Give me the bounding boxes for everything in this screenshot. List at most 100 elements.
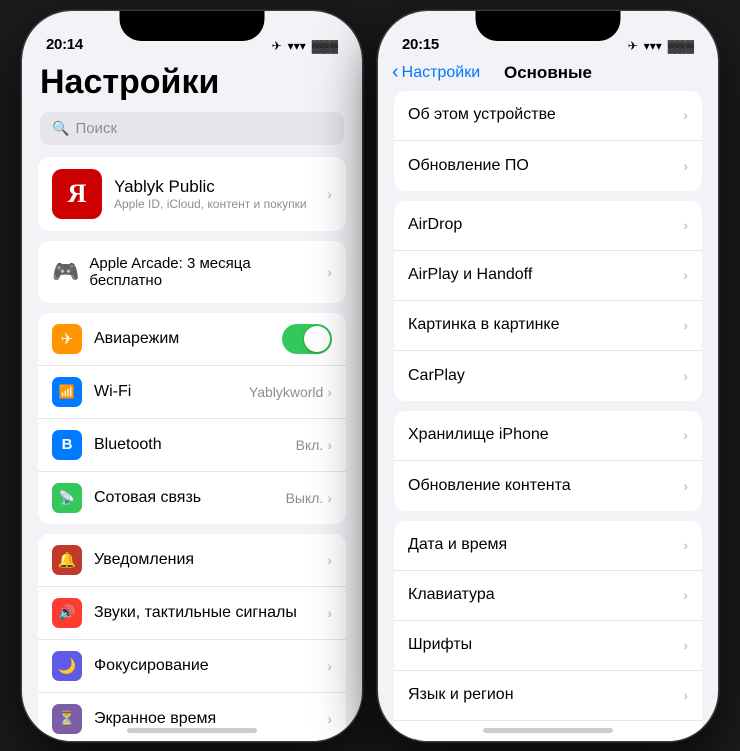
search-bar[interactable]: 🔍 Поиск xyxy=(40,112,344,145)
battery-icon-2: ▓▓▓ xyxy=(668,39,694,53)
chevron-update: › xyxy=(683,158,688,174)
row-title-cellular: Сотовая связь xyxy=(94,489,286,507)
nav-title: Основные xyxy=(504,63,592,83)
row-title-wifi: Wi-Fi xyxy=(94,383,249,401)
chevron-dictionary: › xyxy=(683,738,688,741)
row-title-sounds: Звуки, тактильные сигналы xyxy=(94,604,327,622)
general-group-locale: Дата и время › Клавиатура › Шрифты xyxy=(394,521,702,741)
row-title-dictionary: Словарь xyxy=(408,737,683,741)
airplane-icon: ✈ xyxy=(272,39,282,53)
settings-content: Я Yablyk Public Apple ID, iCloud, контен… xyxy=(22,157,362,741)
row-cellular[interactable]: 📡 Сотовая связь Выкл. › xyxy=(38,472,346,524)
row-bg-refresh[interactable]: Обновление контента › xyxy=(394,461,702,511)
row-pip[interactable]: Картинка в картинке › xyxy=(394,301,702,351)
cellular-value: Выкл. xyxy=(286,490,324,506)
row-bluetooth[interactable]: B Bluetooth Вкл. › xyxy=(38,419,346,472)
row-update[interactable]: Обновление ПО › xyxy=(394,141,702,191)
airplane-icon-2: ✈ xyxy=(628,39,638,53)
chevron-sounds: › xyxy=(327,605,332,621)
bluetooth-value: Вкл. xyxy=(296,437,324,453)
row-focus[interactable]: 🌙 Фокусирование › xyxy=(38,640,346,693)
row-language[interactable]: Язык и регион › xyxy=(394,671,702,721)
notch-1 xyxy=(120,11,265,41)
chevron-apple-id: › xyxy=(327,186,332,202)
row-title-notifications: Уведомления xyxy=(94,551,327,569)
icon-airplane: ✈ xyxy=(52,324,82,354)
chevron-focus: › xyxy=(327,658,332,674)
icon-screentime: ⏳ xyxy=(52,704,82,734)
home-indicator-2 xyxy=(483,728,613,733)
search-placeholder: Поиск xyxy=(75,120,117,137)
chevron-fonts: › xyxy=(683,637,688,653)
row-title-bluetooth: Bluetooth xyxy=(94,436,296,454)
chevron-bluetooth: › xyxy=(327,437,332,453)
status-icons-1: ✈ ▾▾▾ ▓▓▓ xyxy=(272,39,338,53)
toggle-airplane[interactable] xyxy=(282,324,332,354)
arcade-text: Apple Arcade: 3 месяца бесплатно xyxy=(89,255,327,289)
icon-sounds: 🔊 xyxy=(52,598,82,628)
chevron-airplay: › xyxy=(683,267,688,283)
phone-1: 20:14 ✈ ▾▾▾ ▓▓▓ Настройки 🔍 Поиск xyxy=(22,11,362,741)
chevron-keyboard: › xyxy=(683,587,688,603)
row-carplay[interactable]: CarPlay › xyxy=(394,351,702,401)
icon-cellular: 📡 xyxy=(52,483,82,513)
general-group-device: Об этом устройстве › Обновление ПО › xyxy=(394,91,702,191)
row-title-language: Язык и регион xyxy=(408,686,683,704)
general-content: Об этом устройстве › Обновление ПО › xyxy=(378,91,718,741)
notch-2 xyxy=(476,11,621,41)
nav-back-button[interactable]: ‹ Настройки xyxy=(392,61,480,84)
general-group-connectivity: AirDrop › AirPlay и Handoff › Картинка в… xyxy=(394,201,702,401)
icon-notifications: 🔔 xyxy=(52,545,82,575)
row-airdrop[interactable]: AirDrop › xyxy=(394,201,702,251)
apple-id-row[interactable]: Я Yablyk Public Apple ID, iCloud, контен… xyxy=(38,157,346,231)
nav-bar: ‹ Настройки Основные xyxy=(378,59,718,91)
phone-2: 20:15 ✈ ▾▾▾ ▓▓▓ ‹ Настройки Основные xyxy=(378,11,718,741)
apple-id-content: Yablyk Public Apple ID, iCloud, контент … xyxy=(114,177,327,211)
settings-header: Настройки 🔍 Поиск xyxy=(22,59,362,157)
chevron-storage: › xyxy=(683,427,688,443)
row-airplane[interactable]: ✈ Авиарежим xyxy=(38,313,346,366)
chevron-wifi: › xyxy=(327,384,332,400)
settings-title: Настройки xyxy=(40,59,344,112)
row-fonts[interactable]: Шрифты › xyxy=(394,621,702,671)
toggle-knob xyxy=(304,326,330,352)
row-airplay[interactable]: AirPlay и Handoff › xyxy=(394,251,702,301)
back-chevron-icon: ‹ xyxy=(392,61,399,84)
yablyk-icon: Я xyxy=(52,169,102,219)
wifi-value: Yablykworld xyxy=(249,384,323,400)
row-title-bg-refresh: Обновление контента xyxy=(408,477,683,495)
chevron-screentime: › xyxy=(327,711,332,727)
row-storage[interactable]: Хранилище iPhone › xyxy=(394,411,702,461)
status-time-2: 20:15 xyxy=(402,36,439,53)
row-title-focus: Фокусирование xyxy=(94,657,327,675)
row-sounds[interactable]: 🔊 Звуки, тактильные сигналы › xyxy=(38,587,346,640)
icon-focus: 🌙 xyxy=(52,651,82,681)
chevron-airdrop: › xyxy=(683,217,688,233)
arcade-row[interactable]: 🎮 Apple Arcade: 3 месяца бесплатно › xyxy=(38,241,346,303)
status-time-1: 20:14 xyxy=(46,36,83,53)
search-icon: 🔍 xyxy=(52,120,69,137)
phone-1-screen: 20:14 ✈ ▾▾▾ ▓▓▓ Настройки 🔍 Поиск xyxy=(22,11,362,741)
settings-screen: Настройки 🔍 Поиск Я Yablyk Public Apple … xyxy=(22,59,362,741)
apple-id-name: Yablyk Public xyxy=(114,177,327,197)
battery-icon: ▓▓▓ xyxy=(312,39,338,53)
chevron-cellular: › xyxy=(327,490,332,506)
wifi-icon-2: ▾▾▾ xyxy=(644,39,662,53)
row-about[interactable]: Об этом устройстве › xyxy=(394,91,702,141)
row-title-airplay: AirPlay и Handoff xyxy=(408,266,683,284)
nav-back-label: Настройки xyxy=(402,64,480,82)
row-datetime[interactable]: Дата и время › xyxy=(394,521,702,571)
chevron-about: › xyxy=(683,107,688,123)
row-screentime[interactable]: ⏳ Экранное время › xyxy=(38,693,346,741)
row-wifi[interactable]: 📶 Wi-Fi Yablykworld › xyxy=(38,366,346,419)
row-notifications[interactable]: 🔔 Уведомления › xyxy=(38,534,346,587)
home-indicator-1 xyxy=(127,728,257,733)
row-keyboard[interactable]: Клавиатура › xyxy=(394,571,702,621)
chevron-arcade: › xyxy=(327,264,332,280)
row-title-screentime: Экранное время xyxy=(94,710,327,728)
chevron-pip: › xyxy=(683,317,688,333)
row-title-datetime: Дата и время xyxy=(408,536,683,554)
row-title-airdrop: AirDrop xyxy=(408,216,683,234)
settings-group-notifications: 🔔 Уведомления › 🔊 Зв xyxy=(38,534,346,741)
row-title-pip: Картинка в картинке xyxy=(408,316,683,334)
